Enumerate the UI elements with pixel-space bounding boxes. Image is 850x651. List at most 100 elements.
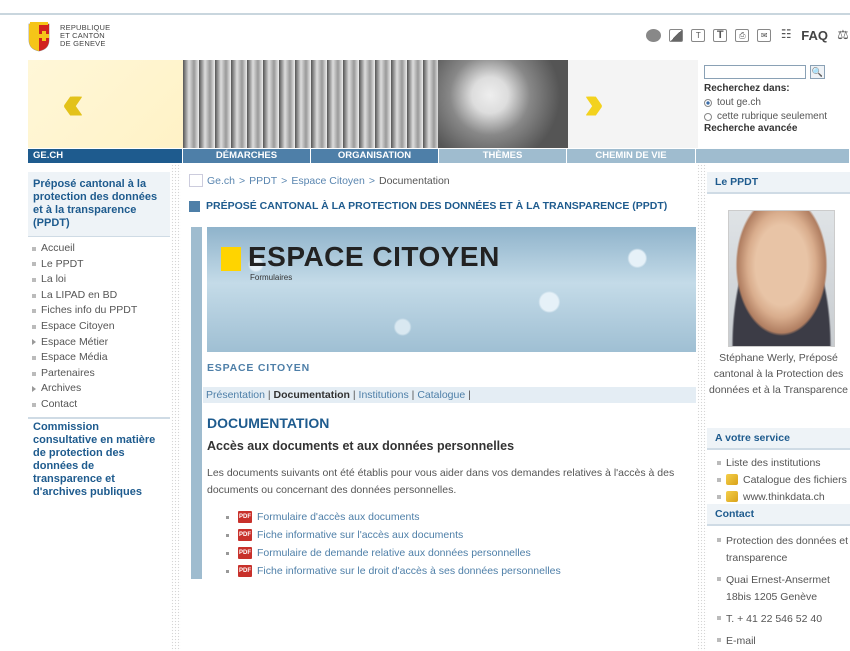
contact-item[interactable]: E-mail [707, 633, 850, 650]
contact-item-text: Quai Ernest-Ansermet 18bis 1205 Genève [726, 574, 830, 603]
search-scope-all-label: tout ge.ch [717, 97, 761, 108]
content-side-bar [191, 227, 202, 579]
service-list: Liste des institutions Catalogue des fic… [707, 453, 850, 504]
bullet-icon [32, 402, 36, 407]
search-scope-label: Recherchez dans: [704, 83, 790, 94]
breadcrumb-item[interactable]: Ge.ch [207, 175, 235, 187]
sidebar-divider [171, 164, 181, 651]
bullet-icon [226, 569, 229, 573]
email-icon[interactable]: ✉ [757, 28, 772, 42]
bullet-icon [226, 515, 229, 519]
search-box: 🔍 Recherchez dans: tout ge.ch cette rubr… [704, 65, 850, 134]
nav-themes[interactable]: THÈMES [439, 149, 567, 163]
pdf-icon: PDF [238, 547, 252, 559]
nav-chemin-de-vie[interactable]: CHEMIN DE VIE [567, 149, 696, 163]
nav-filler [696, 149, 850, 163]
sitemap-icon[interactable]: ☷ [779, 28, 793, 42]
bullet-icon [717, 638, 721, 642]
sidebar-item[interactable]: Contact [32, 397, 170, 413]
sidebar-item[interactable]: Accueil [32, 241, 170, 257]
search-scope-section-label: cette rubrique seulement [717, 111, 828, 122]
nav-demarches[interactable]: DÉMARCHES [183, 149, 311, 163]
folder-icon [726, 491, 738, 502]
subnav-separator: | [267, 389, 271, 401]
pdf-icon: PDF [238, 511, 252, 523]
document-link[interactable]: PDF Formulaire d'accès aux documents [226, 508, 561, 526]
breadcrumb-item[interactable]: Espace Citoyen [291, 175, 365, 187]
service-item[interactable]: Liste des institutions [707, 456, 850, 470]
subnav-institutions[interactable]: Institutions [359, 389, 409, 401]
printer-icon[interactable]: ⎙ [735, 28, 750, 42]
document-link[interactable]: PDF Fiche informative sur le droit d'accè… [226, 562, 561, 580]
nav-organisation[interactable]: ORGANISATION [311, 149, 439, 163]
left-sidebar: Préposé cantonal à la protection des don… [28, 172, 170, 505]
breadcrumb-separator: > [368, 174, 375, 187]
hero-yellow-square-icon [221, 247, 241, 271]
sidebar-item[interactable]: Fiches info du PPDT [32, 303, 170, 319]
search-scope-all[interactable]: tout ge.ch [704, 97, 850, 108]
radio-selected-icon[interactable] [704, 98, 712, 107]
sidebar-title[interactable]: Préposé cantonal à la protection des don… [28, 172, 170, 237]
print-page-icon[interactable] [669, 28, 684, 42]
bullet-icon [226, 551, 229, 555]
documentation-text: Les documents suivants ont été établis p… [207, 467, 675, 496]
logo[interactable]: REPUBLIQUE ET CANTON DE GENEVE [24, 22, 134, 56]
sidebar-item[interactable]: Espace Média [32, 350, 170, 366]
service-item[interactable]: Catalogue des fichiers [707, 473, 850, 487]
banner-book-image [183, 60, 438, 148]
subnav-presentation[interactable]: Présentation [206, 389, 265, 401]
toolbar: T T ⎙ ✉ ☷ FAQ ⚖ [646, 27, 850, 43]
banner: ‹‹‹‹ ››› [28, 60, 698, 148]
search-scope-section[interactable]: cette rubrique seulement [704, 111, 850, 122]
sidebar-item[interactable]: Archives [32, 381, 170, 397]
sidebar-item[interactable]: Partenaires [32, 366, 170, 382]
banner-masks-image [438, 60, 568, 148]
service-item[interactable]: www.thinkdata.ch [707, 490, 850, 504]
contact-list: Protection des données et transparence Q… [707, 528, 850, 650]
faq-link[interactable]: FAQ [801, 28, 828, 43]
document-list: PDF Formulaire d'accès aux documents PDF Fi… [226, 508, 561, 580]
breadcrumb-separator: > [239, 174, 246, 187]
sidebar-item-label: Le PPDT [41, 257, 84, 270]
sidebar-item-label: La LIPAD en BD [41, 288, 118, 301]
rss-icon[interactable] [646, 28, 662, 42]
breadcrumb-item[interactable]: PPDT [249, 175, 277, 187]
advanced-search-link[interactable]: Recherche avancée [704, 123, 850, 134]
radio-icon[interactable] [704, 112, 712, 121]
sidebar-item-label: Accueil [41, 242, 75, 254]
document-link-label: Formulaire de demande relative aux donné… [257, 547, 531, 559]
right-divider [697, 164, 707, 651]
search-icon[interactable]: 🔍 [810, 65, 825, 79]
contact-item-text: T. + 41 22 546 52 40 [726, 613, 823, 625]
page-title: PRÉPOSÉ CANTONAL À LA PROTECTION DES DON… [189, 200, 667, 212]
bullet-icon [717, 461, 721, 465]
document-link[interactable]: PDF Fiche informative sur l'accès aux doc… [226, 526, 561, 544]
sidebar-item-label: Contact [41, 397, 78, 410]
document-link-label: Formulaire d'accès aux documents [257, 511, 420, 523]
nav-home[interactable]: GE.CH [28, 149, 183, 163]
sidebar-item[interactable]: Espace Citoyen [32, 319, 170, 335]
bullet-icon [717, 538, 721, 542]
chevrons-right-icon: ››› [584, 77, 604, 130]
sidebar-menu: Accueil Le PPDT La loi La LIPAD en BD Fiches… [28, 237, 170, 417]
text-small-icon[interactable]: T [691, 28, 706, 42]
service-item-label: Liste des institutions [726, 457, 821, 469]
sidebar-item[interactable]: Espace Métier [32, 335, 170, 351]
sidebar-item-label: Espace Métier [41, 335, 109, 348]
sidebar-item[interactable]: Le PPDT [32, 257, 170, 273]
contact-item-text: Protection des données et transparence [726, 535, 849, 564]
subnav-documentation[interactable]: Documentation [274, 389, 350, 401]
contact-item[interactable]: Protection des données et transparence [707, 533, 850, 567]
sidebar-item[interactable]: La LIPAD en BD [32, 288, 170, 304]
bullet-icon [32, 262, 36, 267]
sidebar-item[interactable]: La loi [32, 272, 170, 288]
document-link-label: Fiche informative sur l'accès aux docume… [257, 529, 464, 541]
document-link[interactable]: PDF Formulaire de demande relative aux do… [226, 544, 561, 562]
subnav-catalogue[interactable]: Catalogue [417, 389, 465, 401]
balance-icon[interactable]: ⚖ [836, 28, 850, 42]
sidebar-commission-link[interactable]: Commission consultative en matière de pr… [28, 416, 170, 505]
search-input[interactable] [704, 65, 806, 79]
contact-heading: Contact [707, 504, 850, 526]
main-nav: GE.CH DÉMARCHES ORGANISATION THÈMES CHEM… [28, 149, 850, 163]
text-large-icon[interactable]: T [713, 28, 728, 42]
